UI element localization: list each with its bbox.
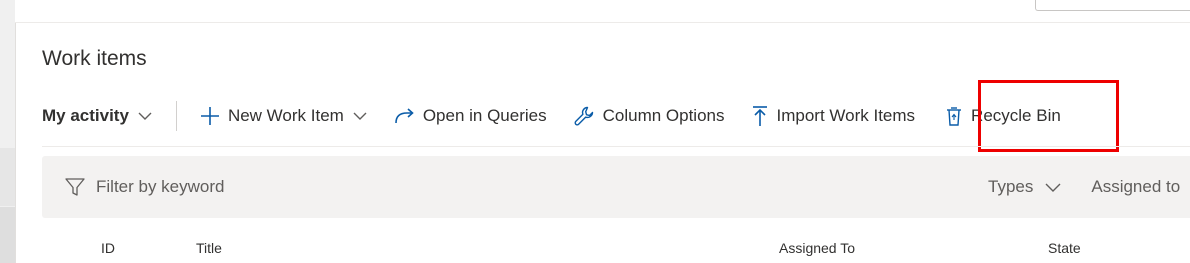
import-work-items-label: Import Work Items (776, 106, 916, 125)
filter-bar: Filter by keyword Types Assigned to (42, 156, 1190, 218)
upload-icon (751, 105, 769, 127)
types-filter-label: Types (988, 177, 1034, 196)
divider (42, 146, 1190, 147)
toolbar-divider (175, 101, 177, 131)
view-selector[interactable]: My activity (42, 96, 152, 136)
recycle-bin-icon (945, 105, 963, 127)
open-in-queries-label: Open in Queries (422, 106, 547, 125)
redirect-arrow-icon (393, 106, 415, 126)
column-header-title[interactable]: Title (196, 240, 222, 256)
chevron-down-icon[interactable] (353, 112, 367, 120)
assigned-to-filter[interactable]: Assigned to (1091, 177, 1180, 197)
import-work-items-button[interactable]: Import Work Items (751, 96, 916, 136)
recycle-bin-button[interactable]: Recycle Bin (945, 96, 1061, 136)
plus-icon (200, 106, 220, 126)
left-rail-segment (0, 207, 15, 263)
page-title: Work items (42, 47, 147, 70)
assigned-to-filter-label: Assigned to (1091, 177, 1181, 196)
new-work-item-label: New Work Item (227, 106, 344, 125)
view-selector-label: My activity (42, 106, 129, 125)
column-header-state[interactable]: State (1048, 240, 1081, 256)
filter-icon (64, 176, 86, 198)
types-filter[interactable]: Types (988, 177, 1061, 197)
column-header-assigned-to[interactable]: Assigned To (779, 240, 855, 256)
wrench-icon (573, 105, 595, 127)
keyword-filter[interactable]: Filter by keyword (64, 156, 224, 218)
column-options-button[interactable]: Column Options (573, 96, 725, 136)
toolbar: My activity New Work Item Open in Querie… (42, 96, 1190, 136)
column-options-label: Column Options (602, 106, 725, 125)
top-bar (15, 0, 1190, 23)
chevron-down-icon (1045, 183, 1061, 192)
left-rail (0, 0, 16, 263)
left-rail-segment (0, 148, 15, 206)
filter-input[interactable]: Filter by keyword (96, 177, 224, 197)
filter-dropdowns: Types Assigned to (988, 156, 1180, 218)
chevron-down-icon (138, 112, 152, 120)
open-in-queries-button[interactable]: Open in Queries (393, 96, 547, 136)
new-work-item-button[interactable]: New Work Item (200, 96, 367, 136)
column-header-id[interactable]: ID (101, 240, 115, 256)
recycle-bin-label: Recycle Bin (971, 106, 1061, 125)
search-box[interactable] (1035, 0, 1190, 11)
